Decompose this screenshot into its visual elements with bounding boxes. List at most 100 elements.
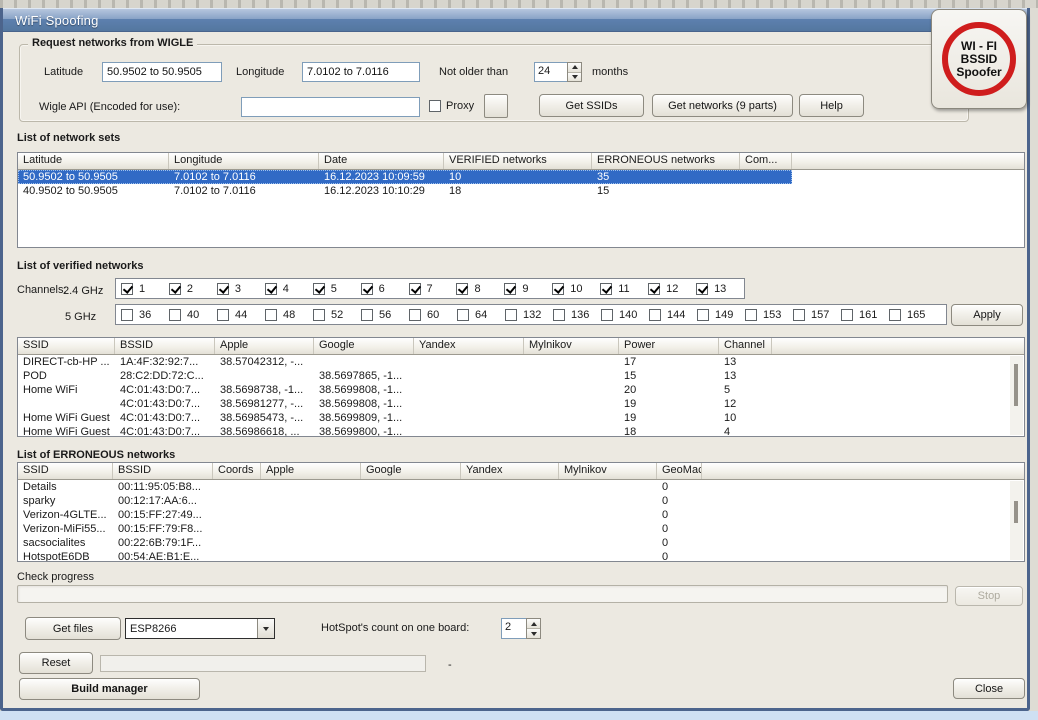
- column-header[interactable]: Date: [319, 153, 444, 169]
- checkbox-icon[interactable]: [313, 309, 325, 321]
- channel-checkbox-10[interactable]: 10: [552, 283, 600, 295]
- checkbox-icon[interactable]: [361, 283, 373, 295]
- checkbox-icon[interactable]: [169, 283, 181, 295]
- checkbox-icon[interactable]: [552, 283, 564, 295]
- checkbox-icon[interactable]: [121, 309, 133, 321]
- channel-checkbox-153[interactable]: 153: [745, 309, 793, 321]
- table-row[interactable]: HotspotE6DB00:54:AE:B1:E...0: [18, 550, 702, 562]
- channel-checkbox-136[interactable]: 136: [553, 309, 601, 321]
- help-button[interactable]: Help: [799, 94, 864, 117]
- channel-checkbox-44[interactable]: 44: [217, 309, 265, 321]
- channel-checkbox-64[interactable]: 64: [457, 309, 505, 321]
- checkbox-icon[interactable]: [217, 309, 229, 321]
- wigle-api-input[interactable]: [241, 97, 420, 117]
- build-manager-button[interactable]: Build manager: [19, 678, 200, 700]
- checkbox-icon[interactable]: [429, 100, 441, 112]
- hotspot-count-value[interactable]: 2: [501, 618, 526, 639]
- checkbox-icon[interactable]: [265, 283, 277, 295]
- channel-checkbox-40[interactable]: 40: [169, 309, 217, 321]
- table-row[interactable]: DIRECT-cb-HP ...1A:4F:32:92:7...38.57042…: [18, 355, 772, 369]
- latitude-input[interactable]: [102, 62, 222, 82]
- checkbox-icon[interactable]: [169, 309, 181, 321]
- column-header[interactable]: Google: [314, 338, 414, 354]
- proxy-extra-button[interactable]: [484, 94, 508, 118]
- column-header[interactable]: VERIFIED networks: [444, 153, 592, 169]
- column-header[interactable]: Longitude: [169, 153, 319, 169]
- board-select[interactable]: ESP8266: [125, 618, 275, 639]
- close-button[interactable]: Close: [953, 678, 1025, 699]
- column-header[interactable]: SSID: [18, 338, 115, 354]
- checkbox-icon[interactable]: [600, 283, 612, 295]
- column-header[interactable]: Latitude: [18, 153, 169, 169]
- table-row[interactable]: Home WiFi4C:01:43:D0:7...38.5698738, -1.…: [18, 383, 772, 397]
- table-row[interactable]: Details00:11:95:05:B8...0: [18, 480, 702, 494]
- get-networks-button[interactable]: Get networks (9 parts): [652, 94, 793, 117]
- channel-checkbox-56[interactable]: 56: [361, 309, 409, 321]
- spin-down-icon[interactable]: [527, 628, 540, 638]
- checkbox-icon[interactable]: [697, 309, 709, 321]
- stop-button[interactable]: Stop: [955, 586, 1023, 606]
- table-row[interactable]: 4C:01:43:D0:7...38.56981277, -...38.5699…: [18, 397, 772, 411]
- channel-checkbox-12[interactable]: 12: [648, 283, 696, 295]
- checkbox-icon[interactable]: [505, 309, 517, 321]
- channel-checkbox-11[interactable]: 11: [600, 283, 648, 295]
- channel-checkbox-1[interactable]: 1: [121, 283, 169, 295]
- spin-down-icon[interactable]: [568, 72, 581, 82]
- column-header[interactable]: BSSID: [115, 338, 215, 354]
- spin-up-icon[interactable]: [568, 63, 581, 72]
- checkbox-icon[interactable]: [889, 309, 901, 321]
- column-header[interactable]: Google: [361, 463, 461, 479]
- channel-checkbox-4[interactable]: 4: [265, 283, 313, 295]
- checkbox-icon[interactable]: [121, 283, 133, 295]
- channel-checkbox-140[interactable]: 140: [601, 309, 649, 321]
- channel-checkbox-52[interactable]: 52: [313, 309, 361, 321]
- checkbox-icon[interactable]: [457, 309, 469, 321]
- column-header[interactable]: Coords: [213, 463, 261, 479]
- channel-checkbox-3[interactable]: 3: [217, 283, 265, 295]
- checkbox-icon[interactable]: [553, 309, 565, 321]
- channel-checkbox-157[interactable]: 157: [793, 309, 841, 321]
- table-row[interactable]: sacsocialites00:22:6B:79:1F...0: [18, 536, 702, 550]
- checkbox-icon[interactable]: [313, 283, 325, 295]
- channel-checkbox-149[interactable]: 149: [697, 309, 745, 321]
- reset-field[interactable]: [100, 655, 426, 672]
- column-header[interactable]: Channel: [719, 338, 772, 354]
- vertical-scrollbar[interactable]: [1010, 356, 1023, 435]
- channel-checkbox-60[interactable]: 60: [409, 309, 457, 321]
- table-row[interactable]: 50.9502 to 50.95057.0102 to 7.011616.12.…: [18, 170, 792, 184]
- column-header[interactable]: Com...: [740, 153, 792, 169]
- channel-checkbox-165[interactable]: 165: [889, 309, 937, 321]
- spin-up-icon[interactable]: [527, 619, 540, 628]
- channel-checkbox-48[interactable]: 48: [265, 309, 313, 321]
- column-header[interactable]: Apple: [261, 463, 361, 479]
- checkbox-icon[interactable]: [265, 309, 277, 321]
- checkbox-icon[interactable]: [504, 283, 516, 295]
- channel-checkbox-161[interactable]: 161: [841, 309, 889, 321]
- table-row[interactable]: sparky00:12:17:AA:6...0: [18, 494, 702, 508]
- reset-button[interactable]: Reset: [19, 652, 93, 674]
- table-row[interactable]: Verizon-4GLTE...00:15:FF:27:49...0: [18, 508, 702, 522]
- table-row[interactable]: Home WiFi Guest4C:01:43:D0:7...38.569866…: [18, 425, 772, 437]
- months-value[interactable]: 24: [534, 62, 567, 82]
- table-row[interactable]: POD28:C2:DD:72:C...38.5697865, -1...1513: [18, 369, 772, 383]
- vertical-scrollbar[interactable]: [1010, 481, 1023, 560]
- table-row[interactable]: Home WiFi Guest4C:01:43:D0:7...38.569854…: [18, 411, 772, 425]
- titlebar[interactable]: WiFi Spoofing: [3, 8, 1027, 32]
- hotspot-count-spinner[interactable]: 2: [501, 618, 541, 639]
- column-header[interactable]: BSSID: [113, 463, 213, 479]
- column-header[interactable]: Power: [619, 338, 719, 354]
- longitude-input[interactable]: [302, 62, 420, 82]
- table-row[interactable]: 40.9502 to 50.95057.0102 to 7.011616.12.…: [18, 184, 792, 198]
- checkbox-icon[interactable]: [696, 283, 708, 295]
- channel-checkbox-6[interactable]: 6: [361, 283, 409, 295]
- channel-checkbox-5[interactable]: 5: [313, 283, 361, 295]
- column-header[interactable]: GeoMac: [657, 463, 702, 479]
- checkbox-icon[interactable]: [601, 309, 613, 321]
- wifi-bssid-spoofer-logo-button[interactable]: WI - FI BSSID Spoofer: [931, 9, 1027, 109]
- checkbox-icon[interactable]: [409, 283, 421, 295]
- column-header[interactable]: Mylnikov: [559, 463, 657, 479]
- get-files-button[interactable]: Get files: [25, 617, 121, 640]
- channel-checkbox-7[interactable]: 7: [409, 283, 457, 295]
- checkbox-icon[interactable]: [409, 309, 421, 321]
- table-row[interactable]: Verizon-MiFi55...00:15:FF:79:F8...0: [18, 522, 702, 536]
